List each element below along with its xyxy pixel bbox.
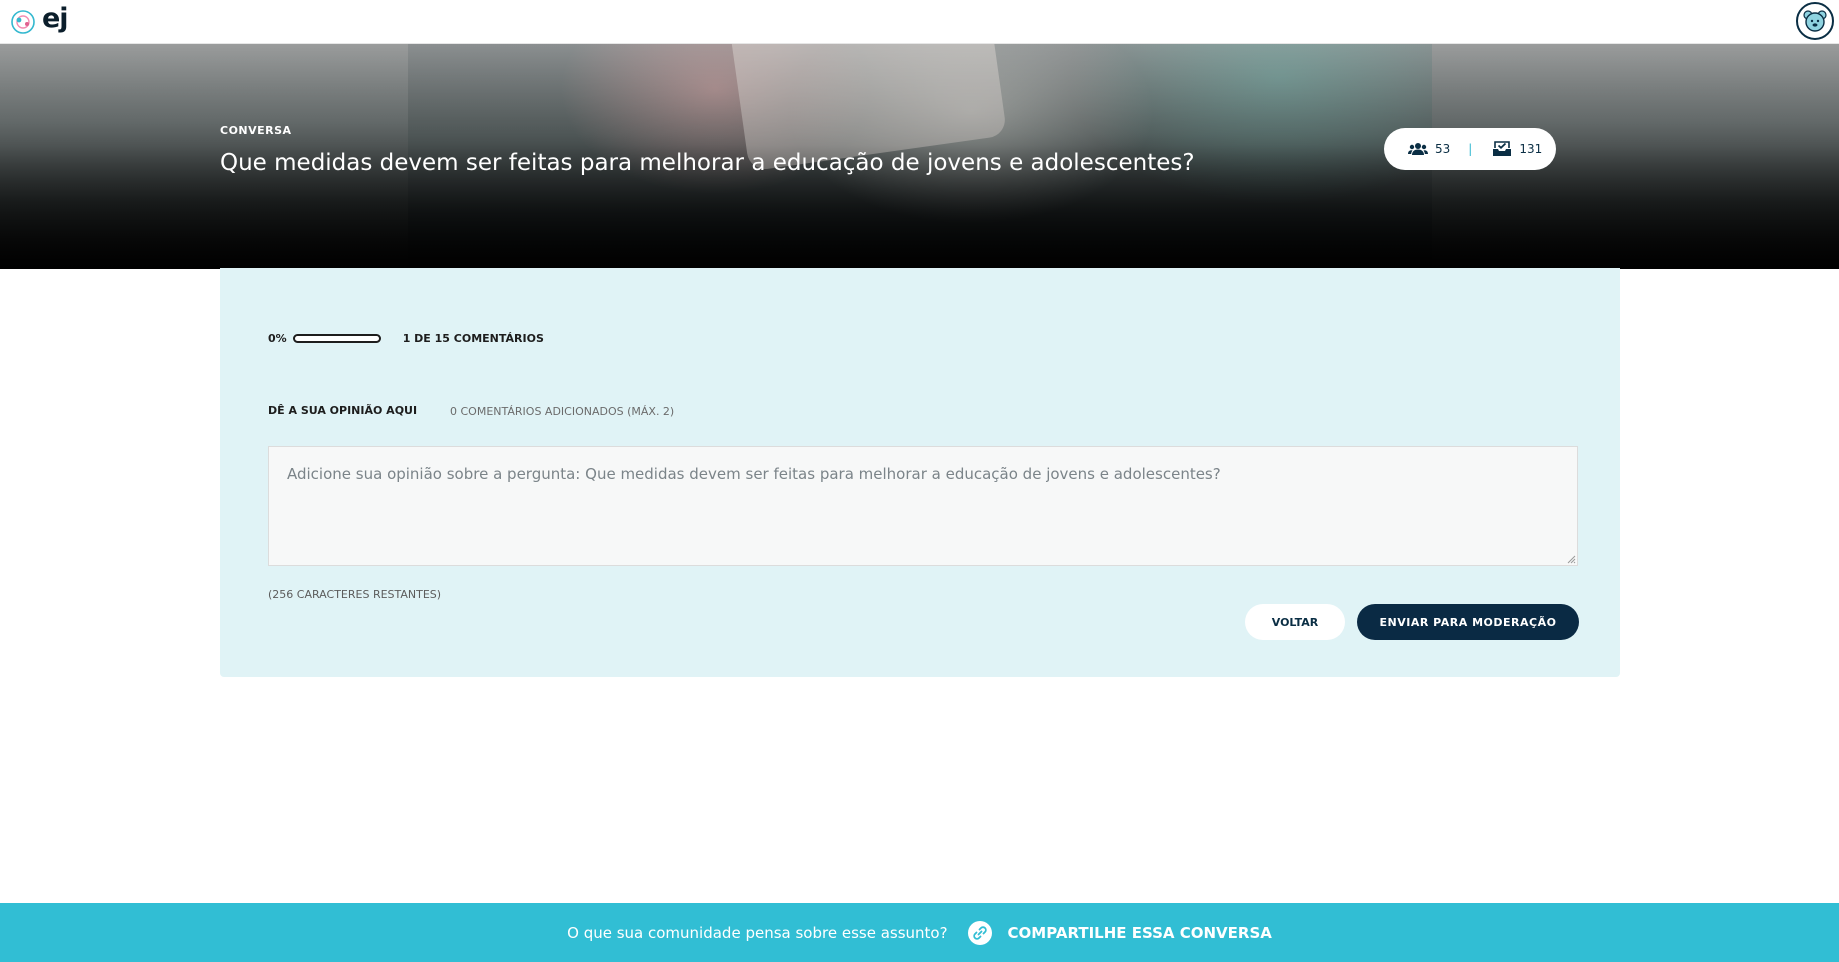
conversation-hero: CONVERSA Que medidas devem ser feitas pa… xyxy=(0,44,1839,269)
user-avatar[interactable] xyxy=(1796,2,1834,40)
share-footer: O que sua comunidade pensa sobre esse as… xyxy=(0,903,1839,962)
progress-row: 0% 1 DE 15 COMENTÁRIOS xyxy=(268,332,544,345)
participants-stat: 53 xyxy=(1408,142,1450,156)
opinion-tab[interactable]: DÊ A SUA OPINIÃO AQUI xyxy=(268,404,417,417)
share-conversation-link[interactable]: COMPARTILHE ESSA CONVERSA xyxy=(1008,924,1272,942)
characters-remaining: (256 CARACTERES RESTANTES) xyxy=(268,588,442,601)
users-icon xyxy=(1408,143,1428,155)
link-icon[interactable] xyxy=(967,920,992,945)
top-bar: ej xyxy=(0,0,1839,44)
progress-bar xyxy=(292,334,381,343)
send-to-moderation-button[interactable]: ENVIAR PARA MODERAÇÃO xyxy=(1357,604,1579,640)
resize-grip-icon[interactable] xyxy=(1566,554,1576,564)
progress-percent: 0% xyxy=(268,332,287,345)
opinion-textarea[interactable] xyxy=(268,446,1578,566)
inbox-check-icon xyxy=(1493,141,1512,156)
conversation-label: CONVERSA xyxy=(220,124,292,137)
bear-avatar-icon xyxy=(1803,10,1827,32)
comments-progress: 1 DE 15 COMENTÁRIOS xyxy=(402,332,544,345)
conversation-stats: 53 | 131 xyxy=(1384,128,1556,170)
participants-count: 53 xyxy=(1435,142,1451,156)
back-button[interactable]: VOLTAR xyxy=(1245,604,1345,640)
comments-added-count: 0 COMENTÁRIOS ADICIONADOS (MÁX. 2) xyxy=(450,405,675,418)
ej-logo-icon[interactable]: ej xyxy=(8,3,69,39)
votes-stat: 131 xyxy=(1492,141,1542,157)
votes-count: 131 xyxy=(1519,142,1543,156)
share-prompt: O que sua comunidade pensa sobre esse as… xyxy=(567,923,948,942)
stats-separator: | xyxy=(1468,142,1473,156)
logo-text: ej xyxy=(42,3,69,34)
conversation-title: Que medidas devem ser feitas para melhor… xyxy=(220,150,1195,176)
comment-card: 0% 1 DE 15 COMENTÁRIOS DÊ A SUA OPINIÃO … xyxy=(220,268,1620,677)
